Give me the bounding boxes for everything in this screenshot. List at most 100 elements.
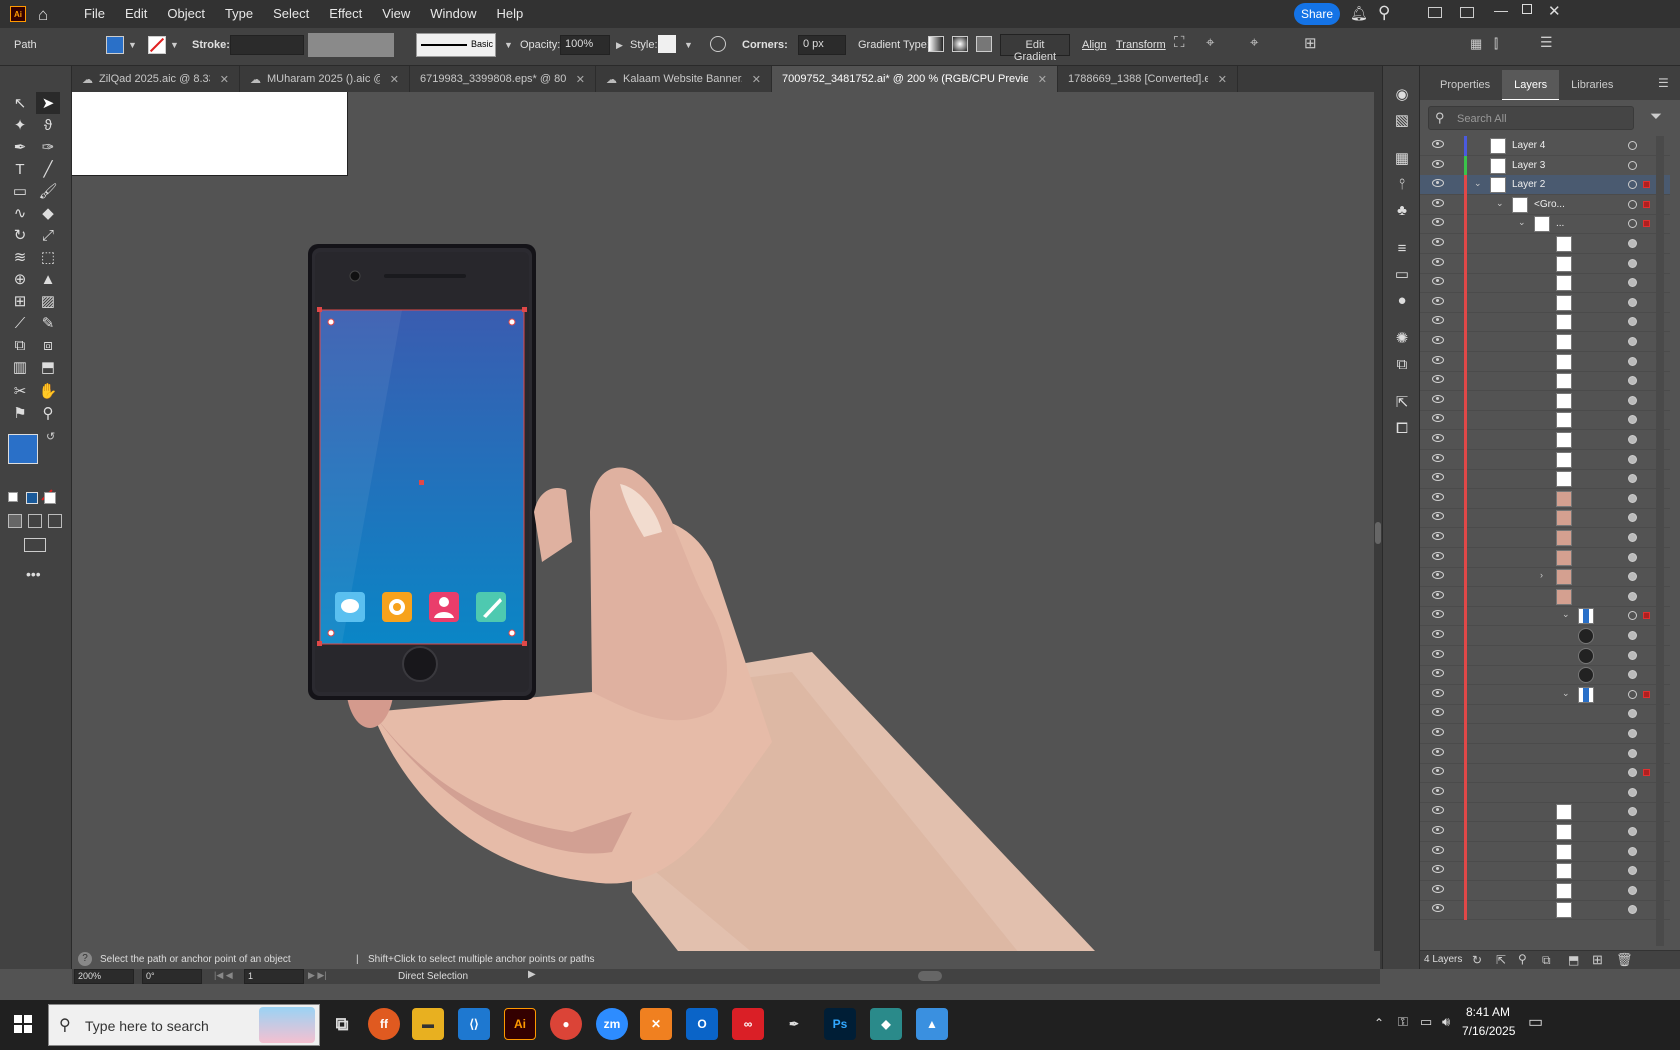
stroke-panel-icon[interactable]: ≡ xyxy=(1392,238,1412,258)
target-circle-icon[interactable] xyxy=(1628,415,1637,425)
blend-tool-icon[interactable]: ⧉ xyxy=(8,334,32,356)
creative-cloud-icon[interactable]: ∞ xyxy=(732,1008,764,1040)
target-circle-icon[interactable] xyxy=(1628,807,1637,817)
app-icon[interactable]: ◆ xyxy=(870,1008,902,1040)
home-icon[interactable]: ⌂ xyxy=(38,5,48,25)
menu-item-file[interactable]: File xyxy=(84,6,105,21)
target-circle-icon[interactable] xyxy=(1628,787,1637,797)
target-circle-icon[interactable] xyxy=(1628,748,1637,758)
visibility-eye-icon[interactable] xyxy=(1432,394,1444,403)
last-artboard-icon[interactable]: ▶ ▶| xyxy=(308,970,327,981)
magic-wand-icon[interactable]: ✦ xyxy=(8,114,32,136)
menu-item-select[interactable]: Select xyxy=(273,6,309,21)
clock-time[interactable]: 8:41 AM xyxy=(1466,1005,1510,1019)
isolate-icon[interactable]: ⛶ xyxy=(1174,34,1185,51)
target-circle-icon[interactable] xyxy=(1628,258,1637,268)
layer-row[interactable]: ⌄ xyxy=(1420,606,1670,627)
layer-row[interactable] xyxy=(1420,841,1670,862)
target-circle-icon[interactable] xyxy=(1628,611,1637,621)
chevron-right-icon[interactable]: ▶ xyxy=(616,40,623,51)
export-icon[interactable]: ⇱ xyxy=(1496,953,1506,967)
visibility-eye-icon[interactable] xyxy=(1432,904,1444,913)
workspace-icon[interactable] xyxy=(1428,7,1442,18)
layer-row[interactable] xyxy=(1420,782,1670,803)
layer-row[interactable] xyxy=(1420,802,1670,823)
outlook-icon[interactable]: O xyxy=(686,1008,718,1040)
eyedropper-icon[interactable]: ⟋ xyxy=(8,312,32,334)
symbols-icon[interactable]: ♣ xyxy=(1392,200,1412,220)
perspective-grid-icon[interactable]: ▲ xyxy=(36,268,60,290)
layer-row[interactable] xyxy=(1420,645,1670,666)
visibility-eye-icon[interactable] xyxy=(1432,590,1444,599)
selection-indicator[interactable] xyxy=(1643,181,1650,189)
zoom-field[interactable]: 200% xyxy=(74,969,134,984)
visibility-eye-icon[interactable] xyxy=(1432,355,1444,364)
close-tab-icon[interactable]: ✕ xyxy=(752,73,761,86)
transform-button[interactable]: Transform xyxy=(1116,39,1166,51)
layer-row[interactable] xyxy=(1420,704,1670,725)
scale-tool-icon[interactable]: ⤢ xyxy=(36,224,60,246)
export-icon[interactable]: ⇱ xyxy=(1392,392,1412,412)
share-button[interactable]: Share xyxy=(1294,3,1340,25)
target-circle-icon[interactable] xyxy=(1628,689,1637,699)
menu-item-type[interactable]: Type xyxy=(225,6,253,21)
line-tool-icon[interactable]: ╱ xyxy=(36,158,60,180)
close-tab-icon[interactable]: ✕ xyxy=(576,73,585,86)
visibility-eye-icon[interactable] xyxy=(1432,198,1444,207)
width-tool-icon[interactable]: ≋ xyxy=(8,246,32,268)
layer-row[interactable] xyxy=(1420,880,1670,901)
layer-row[interactable] xyxy=(1420,508,1670,529)
target-circle-icon[interactable] xyxy=(1628,474,1637,484)
curvature-tool-icon[interactable]: ✑ xyxy=(36,136,60,158)
lasso-icon[interactable]: ϑ xyxy=(36,114,60,136)
target-circle-icon[interactable] xyxy=(1628,278,1637,288)
document-tab[interactable]: ☁ MUharam 2025 ().aic @ 1... ✕ xyxy=(240,66,410,92)
task-view-icon[interactable]: ⧉ xyxy=(326,1008,358,1040)
network-icon[interactable]: ▭ xyxy=(1420,1014,1432,1030)
transparency-icon[interactable]: ● xyxy=(1392,290,1412,310)
fill-swatch[interactable] xyxy=(106,36,124,54)
paintbrush-icon[interactable]: 🖌︎ xyxy=(36,180,60,202)
stroke-weight-field[interactable] xyxy=(230,35,304,55)
visibility-eye-icon[interactable] xyxy=(1432,512,1444,521)
menu-item-effect[interactable]: Effect xyxy=(329,6,362,21)
target-circle-icon[interactable] xyxy=(1628,199,1637,209)
layer-row[interactable] xyxy=(1420,861,1670,882)
horizontal-scroll-thumb[interactable] xyxy=(918,971,942,981)
edit-gradient-button[interactable]: Edit Gradient xyxy=(1000,34,1070,63)
zoom-tool-icon[interactable]: ⚲ xyxy=(36,402,60,424)
photoshop-icon[interactable]: Ps xyxy=(824,1008,856,1040)
artwork-phone-in-hand[interactable] xyxy=(72,92,1374,969)
variable-width-profile[interactable] xyxy=(308,33,394,57)
visibility-eye-icon[interactable] xyxy=(1432,708,1444,717)
selection-indicator[interactable] xyxy=(1643,612,1650,620)
visibility-eye-icon[interactable] xyxy=(1432,414,1444,423)
visibility-eye-icon[interactable] xyxy=(1432,669,1444,678)
target-circle-icon[interactable] xyxy=(1628,337,1637,346)
app-logo[interactable]: Ai xyxy=(10,6,26,22)
close-tab-icon[interactable]: ✕ xyxy=(1218,73,1227,86)
clipping-mask-icon[interactable]: ⧉ xyxy=(1542,953,1551,968)
visibility-eye-icon[interactable] xyxy=(1432,630,1444,638)
layer-row[interactable]: ⌄ xyxy=(1420,684,1670,705)
gradient-tool-icon[interactable]: ▨ xyxy=(36,290,60,312)
close-icon[interactable]: ✕ xyxy=(1548,2,1561,20)
layer-name[interactable]: Layer 2 xyxy=(1512,179,1545,190)
freeform-gradient-button[interactable] xyxy=(976,36,992,52)
visibility-eye-icon[interactable] xyxy=(1432,375,1444,384)
layer-row[interactable] xyxy=(1420,488,1670,509)
layer-row[interactable] xyxy=(1420,900,1670,921)
graph-tool-icon[interactable]: ▥ xyxy=(8,356,32,378)
file-explorer-icon[interactable]: ▬ xyxy=(412,1008,444,1040)
recolor-icon[interactable] xyxy=(710,36,726,52)
layer-row[interactable] xyxy=(1420,332,1670,352)
canvas-vertical-scrollbar[interactable] xyxy=(1374,92,1382,969)
visibility-eye-icon[interactable] xyxy=(1432,296,1444,305)
volume-icon[interactable]: 🔊︎ xyxy=(1442,1014,1450,1030)
target-circle-icon[interactable] xyxy=(1628,885,1637,895)
visibility-eye-icon[interactable] xyxy=(1432,336,1444,344)
artboard-tool-icon[interactable]: ⬒ xyxy=(36,356,60,378)
measure-icon[interactable]: ✎ xyxy=(36,312,60,334)
color-guide-icon[interactable]: ◉ xyxy=(1392,84,1412,104)
new-sublayer-icon[interactable]: ⬒ xyxy=(1568,953,1579,967)
